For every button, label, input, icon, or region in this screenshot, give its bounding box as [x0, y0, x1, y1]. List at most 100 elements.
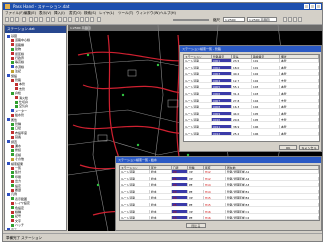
table-cell[interactable]: 0009 — [212, 111, 232, 116]
paste-icon[interactable] — [39, 17, 43, 22]
table-cell[interactable]: 管路 管理区域 B1 — [226, 189, 319, 194]
table-cell[interactable]: 管路 管理区域 B3 — [226, 203, 319, 207]
table-cell[interactable]: ルート道路 — [120, 170, 150, 174]
redo-icon[interactable] — [51, 17, 55, 22]
table-cell[interactable]: 105 — [252, 111, 280, 116]
table-cell[interactable]: 0011 — [212, 125, 232, 129]
measure-icon[interactable] — [80, 17, 84, 22]
table-cell[interactable]: 本管 — [280, 105, 319, 110]
table-cell[interactable]: 0012 — [212, 131, 232, 136]
table-cell[interactable]: H12 — [204, 176, 226, 181]
table-cell[interactable]: 38.9 — [232, 125, 252, 129]
tree-item[interactable]: 街区線 — [11, 52, 24, 56]
table-cell[interactable]: 104 — [252, 105, 280, 110]
table-cell[interactable]: 支管 — [280, 78, 319, 83]
table-cell[interactable]: 25.2 — [232, 131, 252, 136]
table-cell[interactable]: 31.4 — [232, 92, 252, 96]
table-cell[interactable]: 27.8 — [232, 98, 252, 103]
open-file-icon[interactable] — [10, 17, 14, 22]
table-cell[interactable]: 18.0 — [232, 65, 252, 70]
table-cell[interactable]: VP — [188, 170, 204, 174]
dialog1-grid[interactable]: ステーション 管路番号 延長 路線番号 備考 ルート道路 0001 23.5 101 本管 ルート道… — [183, 54, 320, 142]
table-cell[interactable]: 20 — [172, 196, 188, 201]
layer-icon[interactable] — [90, 17, 94, 22]
table-cell[interactable]: ルート道路 — [120, 183, 150, 188]
tree-item[interactable]: 設定 — [11, 184, 21, 188]
table-cell[interactable]: ルート道路 — [184, 111, 212, 116]
table-cell[interactable]: 給水 — [150, 189, 172, 194]
cancel-button[interactable]: キャンセル — [299, 145, 319, 150]
refresh-icon[interactable] — [283, 17, 287, 22]
table-cell[interactable]: 0010 — [212, 118, 232, 123]
table-cell[interactable]: ルート道路 — [184, 59, 212, 63]
tree-item[interactable]: ハッチ — [11, 223, 24, 227]
table-cell[interactable]: 0003 — [212, 72, 232, 77]
table-cell[interactable]: H14 — [204, 189, 226, 194]
table-cell[interactable]: 103 — [252, 92, 280, 96]
table-cell[interactable]: H12 — [204, 170, 226, 174]
table-cell[interactable]: 103 — [252, 85, 280, 90]
tree-item[interactable]: 完了 — [7, 228, 17, 230]
table-cell[interactable]: 55.1 — [232, 85, 252, 90]
tree-item[interactable]: 注記 — [11, 69, 21, 73]
table-cell[interactable]: 25 — [172, 203, 188, 207]
table-cell[interactable]: 給水 — [150, 216, 172, 220]
table-cell[interactable]: 102 — [252, 72, 280, 77]
zoom-out-icon[interactable] — [63, 17, 67, 22]
table-cell[interactable]: 本管 — [280, 59, 319, 63]
zoom-in-icon[interactable] — [58, 17, 62, 22]
table-cell[interactable]: VP — [188, 209, 204, 214]
tree-item[interactable]: その他 — [11, 157, 24, 161]
table-cell[interactable]: ルート道路 — [184, 85, 212, 90]
ok-button[interactable]: OK — [279, 145, 297, 150]
tree-item[interactable]: 施設 — [7, 74, 17, 78]
table-cell[interactable]: 102 — [252, 78, 280, 83]
table-cell[interactable]: PE — [188, 203, 204, 207]
tree-item[interactable]: レイヤ設定 — [11, 201, 30, 205]
tree-item[interactable]: 口径 — [11, 126, 21, 130]
new-file-icon[interactable] — [5, 17, 9, 22]
table-cell[interactable]: 0005 — [212, 85, 232, 90]
table-cell[interactable]: 44.0 — [232, 111, 252, 116]
pan-icon[interactable] — [68, 17, 72, 22]
table-cell[interactable]: 101 — [252, 65, 280, 70]
table-cell[interactable]: 0004 — [212, 78, 232, 83]
search-icon[interactable] — [85, 17, 89, 22]
table-cell[interactable]: VP — [188, 176, 204, 181]
table-cell[interactable]: 23.5 — [232, 59, 252, 63]
table-cell[interactable]: 給水 — [150, 183, 172, 188]
copy-icon[interactable] — [34, 17, 38, 22]
table-cell[interactable]: 0007 — [212, 98, 232, 103]
table-cell[interactable]: ルート道路 — [184, 98, 212, 103]
zoom-slider[interactable] — [173, 19, 209, 21]
save-icon[interactable] — [15, 17, 19, 22]
table-cell[interactable]: PE — [188, 216, 204, 220]
scale-field[interactable]: 1:2500 — [223, 17, 245, 22]
tree-item[interactable]: 延長 — [11, 135, 21, 139]
grid-icon[interactable] — [293, 17, 297, 22]
select-icon[interactable] — [75, 17, 79, 22]
table-cell[interactable]: 106 — [252, 131, 280, 136]
table-cell[interactable]: PE — [188, 189, 204, 194]
table-cell[interactable]: 25 — [172, 176, 188, 181]
table-cell[interactable]: 給水 — [150, 209, 172, 214]
table-cell[interactable]: ルート道路 — [120, 176, 150, 181]
minimize-button[interactable] — [304, 4, 309, 9]
table-cell[interactable]: H16 — [204, 209, 226, 214]
table-cell[interactable]: PE — [188, 183, 204, 188]
table-cell[interactable]: 支管 — [280, 98, 319, 103]
table-cell[interactable]: 給水 — [150, 196, 172, 201]
table-cell[interactable]: 支管 — [280, 118, 319, 123]
tree-item[interactable]: 修繕 — [11, 148, 21, 152]
info-icon[interactable] — [97, 17, 101, 22]
table-cell[interactable]: ルート道路 — [184, 78, 212, 83]
table-cell[interactable]: ルート道路 — [120, 203, 150, 207]
table-cell[interactable]: 本管 — [280, 72, 319, 77]
tree-item[interactable]: 属性 — [7, 118, 17, 122]
table-cell[interactable]: ルート道路 — [120, 196, 150, 201]
tree-item[interactable]: 本管 — [15, 82, 25, 86]
table-cell[interactable]: 20 — [172, 209, 188, 214]
table-cell[interactable]: 管路 管理区域 C2 — [226, 216, 319, 220]
tree-item[interactable]: 建物 — [11, 47, 21, 51]
table-cell[interactable]: 管路 管理区域 C1 — [226, 209, 319, 214]
